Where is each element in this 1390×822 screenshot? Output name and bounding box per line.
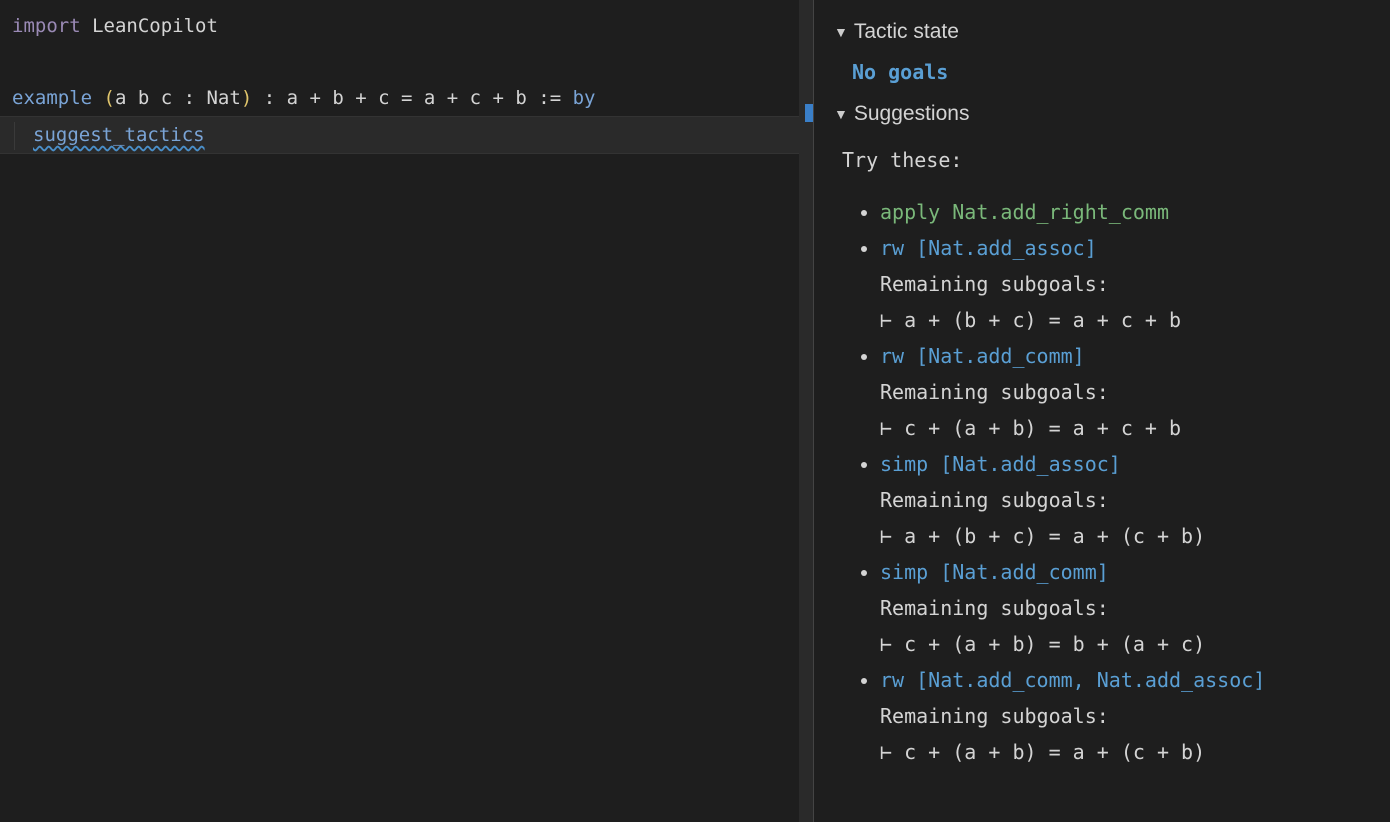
suggestion-item: apply Nat.add_right_comm [880, 194, 1370, 230]
suggestion-item: simp [Nat.add_assoc]Remaining subgoals:⊢… [880, 446, 1370, 554]
params: a b c : Nat [115, 87, 241, 109]
suggestion-tactic[interactable]: simp [Nat.add_comm] [880, 554, 1370, 590]
tactic-suggest: suggest_tactics [33, 124, 205, 146]
subgoal: ⊢ a + (b + c) = a + c + b [880, 302, 1370, 338]
remaining-subgoals-label: Remaining subgoals: [880, 590, 1370, 626]
indent-guide [14, 122, 15, 150]
suggestion-tactic[interactable]: rw [Nat.add_comm] [880, 338, 1370, 374]
suggestion-tactic[interactable]: apply Nat.add_right_comm [880, 194, 1370, 230]
module-name: LeanCopilot [92, 15, 218, 37]
suggestion-list: apply Nat.add_right_commrw [Nat.add_asso… [880, 194, 1370, 770]
suggestion-item: rw [Nat.add_comm, Nat.add_assoc]Remainin… [880, 662, 1370, 770]
suggestion-tactic[interactable]: rw [Nat.add_comm, Nat.add_assoc] [880, 662, 1370, 698]
no-goals-text: No goals [852, 54, 1370, 90]
paren-close: ) [241, 87, 252, 109]
keyword-import: import [12, 15, 81, 37]
try-these-label: Try these: [842, 142, 1370, 178]
suggestion-item: rw [Nat.add_assoc]Remaining subgoals:⊢ a… [880, 230, 1370, 338]
code-line-2[interactable] [12, 44, 801, 80]
keyword-by: by [573, 87, 596, 109]
editor-scrollbar-track[interactable] [799, 0, 813, 822]
code-line-4-current[interactable]: suggest_tactics [0, 116, 813, 154]
code-line-1[interactable]: import LeanCopilot [12, 8, 801, 44]
suggestions-header[interactable]: ▼ Suggestions [834, 96, 1370, 132]
tactic-state-header[interactable]: ▼ Tactic state [834, 14, 1370, 50]
example-body: : a + b + c = a + c + b := [252, 87, 572, 109]
remaining-subgoals-label: Remaining subgoals: [880, 698, 1370, 734]
caret-down-icon: ▼ [834, 96, 848, 132]
paren-open: ( [104, 87, 115, 109]
subgoal: ⊢ c + (a + b) = a + c + b [880, 410, 1370, 446]
subgoal: ⊢ a + (b + c) = a + (c + b) [880, 518, 1370, 554]
suggestion-tactic[interactable]: simp [Nat.add_assoc] [880, 446, 1370, 482]
suggestion-tactic[interactable]: rw [Nat.add_assoc] [880, 230, 1370, 266]
code-line-3[interactable]: example (a b c : Nat) : a + b + c = a + … [12, 80, 801, 116]
subgoal: ⊢ c + (a + b) = a + (c + b) [880, 734, 1370, 770]
keyword-example: example [12, 87, 92, 109]
suggestions-label: Suggestions [854, 96, 970, 132]
subgoal: ⊢ c + (a + b) = b + (a + c) [880, 626, 1370, 662]
remaining-subgoals-label: Remaining subgoals: [880, 266, 1370, 302]
editor-pane[interactable]: import LeanCopilot example (a b c : Nat)… [0, 0, 813, 822]
tactic-state-label: Tactic state [854, 14, 959, 50]
suggestion-item: rw [Nat.add_comm]Remaining subgoals:⊢ c … [880, 338, 1370, 446]
suggestion-item: simp [Nat.add_comm]Remaining subgoals:⊢ … [880, 554, 1370, 662]
caret-down-icon: ▼ [834, 14, 848, 50]
info-panel: ▼ Tactic state No goals ▼ Suggestions Tr… [813, 0, 1390, 822]
editor-scrollbar-thumb[interactable] [805, 104, 813, 122]
remaining-subgoals-label: Remaining subgoals: [880, 374, 1370, 410]
remaining-subgoals-label: Remaining subgoals: [880, 482, 1370, 518]
